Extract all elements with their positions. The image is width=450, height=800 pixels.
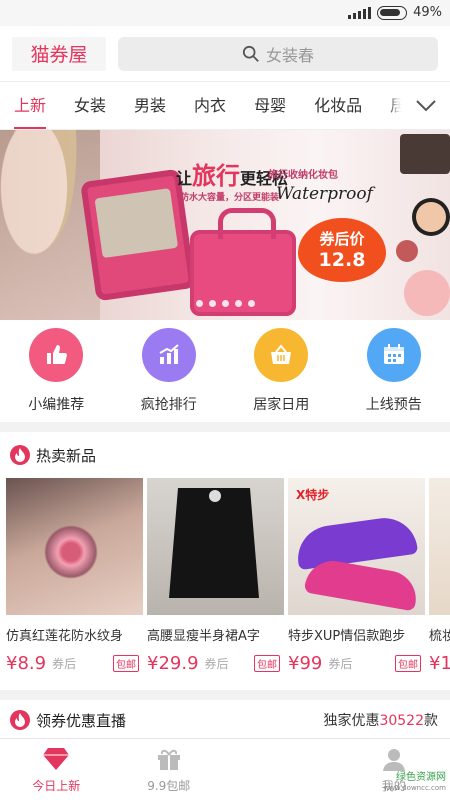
banner-tagline: 旅行收纳化妆包 — [268, 170, 338, 181]
free-shipping-badge: 包邮 — [254, 655, 280, 672]
product-image: X特步 — [288, 478, 425, 615]
chevron-down-icon — [416, 100, 436, 112]
product-card[interactable]: 高腰显瘦半身裙A字 ¥29.9 券后 包邮 — [147, 478, 284, 678]
product-coupon-label: 券后 — [52, 657, 77, 671]
banner-cosmetics-image — [390, 130, 450, 320]
nav-placeholder[interactable] — [226, 739, 336, 800]
chart-icon — [141, 328, 196, 382]
category-tabs: 上新 女装 男装 内衣 母婴 化妆品 居 — [0, 82, 450, 130]
product-image — [147, 478, 284, 615]
quick-categories: 小编推荐 疯抢排行 居家日用 上线预告 — [0, 320, 450, 432]
promo-banner[interactable]: 让旅行更轻松 旅行收纳化妆包 防水大容量，分区更能装 Waterproof 券后… — [0, 130, 450, 320]
category-label: 疯抢排行 — [140, 397, 197, 413]
live-section-header: 领券优惠直播 独家优惠30522款 — [0, 700, 450, 740]
category-label: 居家日用 — [253, 397, 310, 413]
nav-today-new[interactable]: 今日上新 — [1, 739, 111, 800]
product-image — [6, 478, 143, 615]
basket-icon — [254, 328, 309, 382]
battery-icon — [377, 5, 408, 20]
fire-icon — [10, 710, 30, 730]
watermark: 绿色资源网 www.downcc.com — [383, 772, 446, 792]
category-label: 小编推荐 — [28, 397, 85, 413]
tab-huazhuangpin[interactable]: 化妆品 — [300, 82, 376, 129]
tabs-expand-button[interactable] — [402, 82, 450, 129]
tab-neiyi[interactable]: 内衣 — [180, 82, 240, 129]
product-name: 高腰显瘦半身裙A字 — [147, 629, 260, 644]
gift-icon — [157, 749, 180, 770]
bottom-navigation: 今日上新 9.9包邮 我的 绿色资源网 www.downcc.com — [0, 738, 450, 800]
product-name: 特步XUP情侣款跑步 — [288, 629, 406, 644]
hot-products-list: 仿真红莲花防水纹身 ¥8.9 券后 包邮 高腰显瘦半身裙A字 ¥29.9 券后 … — [0, 478, 450, 678]
tab-nanzhuang[interactable]: 男装 — [120, 82, 180, 129]
fire-icon — [10, 445, 30, 465]
search-placeholder: 女装春 — [265, 45, 314, 65]
thumb-up-icon — [29, 328, 84, 382]
tab-shangxin[interactable]: 上新 — [0, 82, 60, 129]
product-price: ¥29.9 — [147, 653, 199, 674]
calendar-icon — [366, 328, 421, 382]
banner-price-bubble: 券后价 12.8 — [298, 218, 386, 282]
product-image — [429, 478, 450, 615]
banner-english: Waterproof — [276, 184, 373, 204]
section-title: 领券优惠直播 — [36, 711, 127, 730]
app-header: 猫券屋 女装春 — [0, 26, 450, 82]
nav-free-shipping[interactable]: 9.9包邮 — [114, 739, 224, 800]
category-ranking[interactable]: 疯抢排行 — [119, 328, 219, 414]
battery-percent: 49% — [413, 5, 442, 20]
search-icon — [242, 45, 259, 62]
banner-subtitle: 防水大容量，分区更能装 — [180, 193, 280, 203]
product-name: 梳妆 — [429, 629, 450, 644]
product-price: ¥1 — [429, 653, 450, 674]
free-shipping-badge: 包邮 — [395, 655, 421, 672]
diamond-icon — [43, 748, 70, 770]
user-icon — [382, 749, 405, 771]
tab-nvzhuang[interactable]: 女装 — [60, 82, 120, 129]
product-price: ¥8.9 — [6, 653, 47, 674]
product-coupon-label: 券后 — [204, 657, 229, 671]
product-coupon-label: 券后 — [328, 657, 353, 671]
search-input[interactable]: 女装春 — [118, 36, 438, 71]
tab-muying[interactable]: 母婴 — [240, 82, 300, 129]
product-card[interactable]: X特步 特步XUP情侣款跑步 ¥99 券后 包邮 — [288, 478, 425, 678]
category-upcoming[interactable]: 上线预告 — [344, 328, 444, 414]
product-card[interactable]: 仿真红莲花防水纹身 ¥8.9 券后 包邮 — [6, 478, 143, 678]
free-shipping-badge: 包邮 — [113, 655, 139, 672]
product-name: 仿真红莲花防水纹身 — [6, 629, 124, 644]
app-logo[interactable]: 猫券屋 — [12, 36, 106, 71]
product-card[interactable]: 梳妆 ¥1 — [429, 478, 450, 678]
exclusive-count: 独家优惠30522款 — [323, 713, 438, 729]
signal-icon — [348, 6, 372, 19]
banner-pagination — [196, 300, 255, 307]
status-bar: 49% — [0, 0, 450, 26]
category-home-daily[interactable]: 居家日用 — [231, 328, 331, 414]
section-divider — [0, 690, 450, 700]
category-editor-picks[interactable]: 小编推荐 — [6, 328, 106, 414]
section-title: 热卖新品 — [36, 446, 97, 465]
category-label: 上线预告 — [365, 397, 422, 413]
product-price: ¥99 — [288, 653, 323, 674]
hot-section-header: 热卖新品 — [0, 432, 450, 478]
banner-model-image — [0, 130, 100, 320]
